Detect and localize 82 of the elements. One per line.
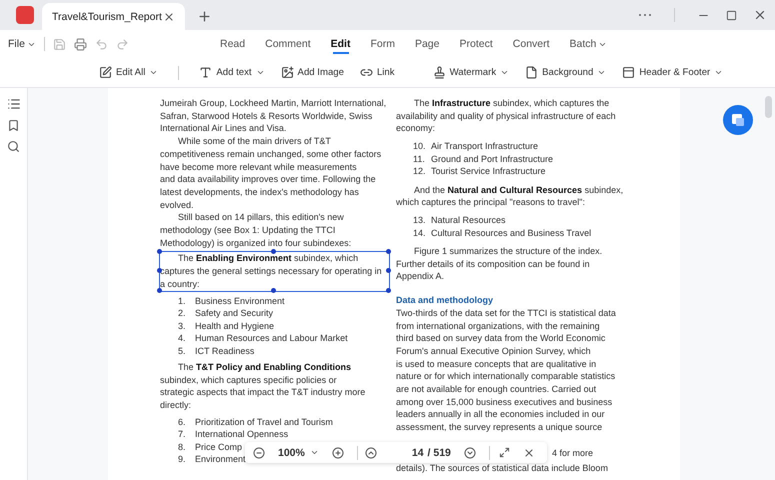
partial-text: 4 for more	[552, 446, 594, 460]
close-icon[interactable]	[753, 8, 767, 22]
toolbar-button[interactable]: Background	[523, 62, 608, 84]
resize-handle[interactable]	[157, 268, 162, 274]
new-tab-icon[interactable]	[197, 9, 212, 24]
menu-tab[interactable]: Comment	[255, 30, 321, 58]
resize-handle[interactable]	[157, 288, 162, 293]
paragraph: The Infrastructure subindex, which captures the availability and quality of physical infrastructure of each economy:	[396, 97, 616, 136]
section-heading: Data and methodology	[396, 294, 494, 307]
paragraph: details). The sources of statistical data include Bloom	[396, 462, 608, 475]
list-item: 4. Human Resources and Labour Market	[178, 332, 348, 345]
menu-tab[interactable]: Convert	[502, 30, 560, 58]
menu-tab[interactable]: Batch	[560, 30, 618, 58]
list-item: 14. Cultural Resources and Business Travel	[413, 226, 592, 240]
list-item: 2. Safety and Security	[178, 307, 274, 320]
list-item: 9. Environment	[178, 453, 246, 466]
paragraph: The T&T Policy and Enabling Conditions subindex, which captures specific policies or strategic aspects that impact the T&T industry more directly:	[160, 361, 366, 412]
caret-icon[interactable]	[500, 68, 510, 77]
resize-handle[interactable]	[386, 288, 391, 293]
list-item: 3. Health and Hygiene	[178, 320, 274, 332]
pen-icon	[99, 66, 112, 79]
next-page-icon[interactable]	[464, 446, 476, 458]
page-total: / 519	[428, 446, 451, 458]
list-item: 7. International Openness	[178, 428, 288, 441]
paragraph: And the Natural and Cultural Resources subindex, which captures the principal "reasons to travel":	[396, 184, 624, 210]
list-item: 10. Air Transport Infrastructure	[413, 140, 538, 153]
caret-icon[interactable]	[256, 68, 265, 77]
resize-handle[interactable]	[386, 268, 391, 274]
list-item: 13. Natural Resources	[413, 214, 506, 227]
toolbar-button[interactable]: Edit All	[97, 62, 160, 84]
image-icon	[280, 66, 294, 79]
close-icon[interactable]	[163, 10, 175, 22]
menu-tab[interactable]: Protect	[450, 30, 503, 58]
list-item: 8. Price Comp	[178, 440, 242, 454]
search-icon[interactable]	[7, 140, 20, 153]
menu-tab[interactable]: Read	[210, 30, 256, 58]
page-icon	[525, 66, 538, 79]
document-tab[interactable]: Travel&Tourism_Report	[42, 3, 185, 30]
caret-icon[interactable]	[597, 68, 606, 77]
paragraph: Still based on 14 pillars, this edition's new methodology (see Box 1: Updating the TTCI Methodology) is organized into four subindexes:	[160, 211, 352, 250]
file-menu[interactable]: File	[8, 38, 36, 50]
resize-handle[interactable]	[386, 249, 391, 254]
stamp-icon	[432, 66, 446, 79]
zoom-out-icon[interactable]	[253, 446, 265, 458]
paragraph: Figure 1 summarizes the structure of the index. Further details of its composition can be found in Appendix A.	[396, 245, 602, 284]
zoom-in-icon[interactable]	[332, 446, 344, 458]
bookmark-icon[interactable]	[7, 119, 20, 132]
selected-text-block[interactable]: The Enabling Environment subindex, which captures the general settings necessary for operating in a country:	[159, 251, 390, 292]
paragraph: Two-thirds of the data set for the TTCI is statistical data from international organizations, with the remaining third based on survey data from the World Economic Forum's annual Executive Opinion Survey, which is used to measure concepts that are qualitative in nature or for which internationally comparable statistics are not available for enough countries. Carried out among over 15,000 business executives and business leaders annually in all the economies included in our assessment, the survey represents a unique source	[396, 306, 616, 434]
resize-handle[interactable]	[157, 249, 162, 254]
list-item: 12. Tourist Service Infrastructure	[413, 165, 546, 178]
toolbar-button[interactable]: Header & Footer	[620, 62, 726, 84]
menu-tab[interactable]: Form	[360, 30, 405, 58]
page-number[interactable]: 14	[412, 446, 424, 458]
list-item: 11. Ground and Port Infrastructure	[413, 152, 554, 166]
text-icon	[199, 66, 212, 79]
toolbar-button[interactable]: Watermark	[430, 62, 512, 84]
caret-icon[interactable]	[714, 68, 724, 77]
zoom-level[interactable]: 100%	[278, 446, 305, 458]
app-logo	[16, 6, 34, 24]
list-item: 6. Prioritization of Travel and Tourism	[178, 416, 333, 428]
previous-page-icon[interactable]	[364, 446, 377, 458]
caret-icon[interactable]	[310, 448, 319, 457]
toolbar-button[interactable]: Add Image	[278, 62, 346, 84]
print-icon[interactable]	[74, 38, 87, 50]
more-icon[interactable]	[638, 13, 652, 17]
caret-icon[interactable]	[149, 68, 158, 77]
menu-tab[interactable]: Page	[404, 30, 450, 58]
toolbar-button[interactable]: Add text	[197, 62, 267, 84]
toolbar-button[interactable]: Link	[358, 62, 397, 84]
expand-icon[interactable]	[498, 447, 510, 458]
header-icon	[622, 66, 636, 79]
paragraph: While some of the main drivers of T&T competitiveness remain unchanged, some other factors have become more relevant while measurements and data availability improves over time. Following the latest developments, the index's methodology has evolved.	[160, 135, 382, 212]
close-icon[interactable]	[522, 446, 535, 458]
paragraph: Jumeirah Group, Lockheed Martin, Marriott International, Safran, Starwood Hotels & Resorts Worldwide, Swiss International Air Lines and Visa.	[160, 97, 386, 136]
document-icon	[731, 113, 745, 127]
maximize-icon[interactable]	[726, 10, 737, 20]
list-item: 5. ICT Readiness	[178, 344, 254, 358]
list-icon[interactable]	[6, 97, 20, 111]
resize-handle[interactable]	[271, 288, 276, 293]
resize-handle[interactable]	[271, 249, 276, 254]
list-item: 1. Business Environment	[178, 294, 285, 308]
